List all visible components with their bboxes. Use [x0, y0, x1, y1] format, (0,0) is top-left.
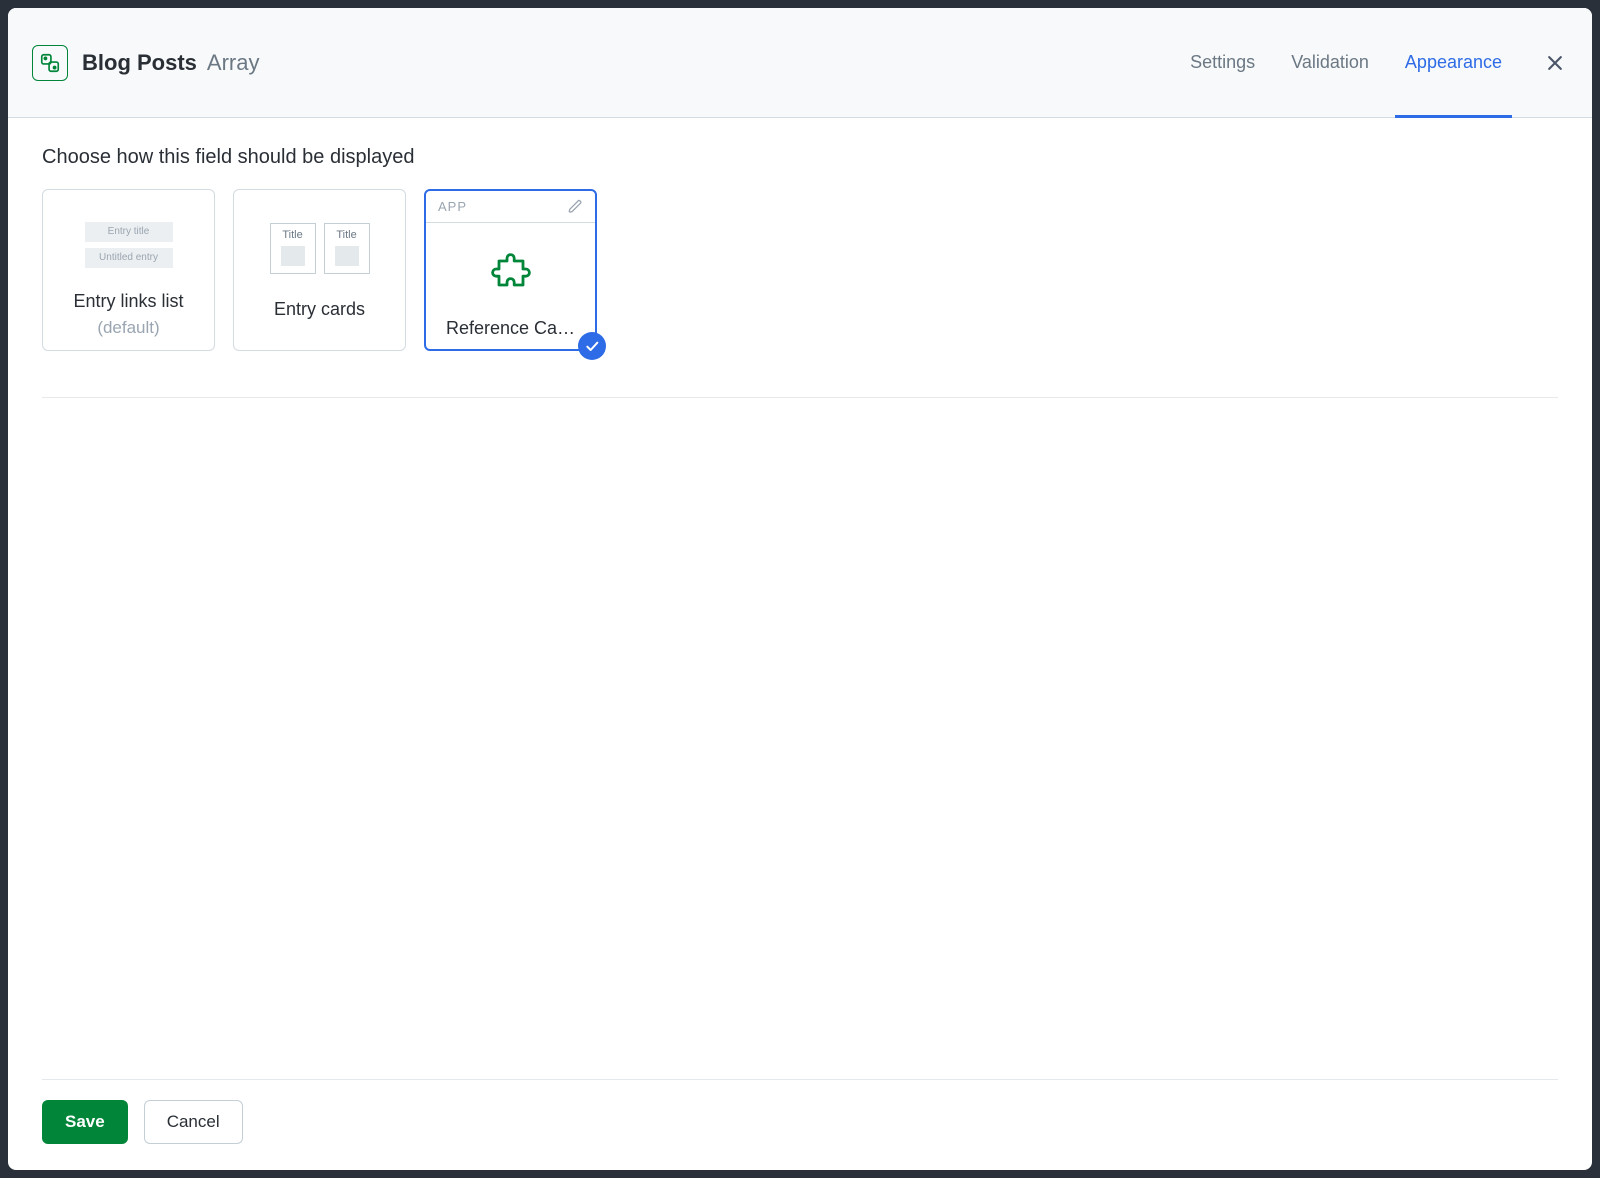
preview-link-pill: Untitled entry — [85, 248, 173, 268]
tab-appearance[interactable]: Appearance — [1405, 28, 1502, 97]
option-label: Reference Ca… — [426, 314, 595, 349]
check-icon — [584, 338, 600, 354]
preview-link-pill: Entry title — [85, 222, 173, 242]
modal-body: Choose how this field should be displaye… — [8, 118, 1592, 1079]
option-label: Entry cards — [234, 295, 405, 350]
cancel-button[interactable]: Cancel — [144, 1100, 243, 1144]
tab-validation[interactable]: Validation — [1291, 28, 1369, 97]
field-title: Blog Posts — [82, 50, 197, 76]
option-reference-card-app[interactable]: APP Reference Ca… — [424, 189, 597, 351]
option-preview: Title Title — [234, 190, 405, 295]
appearance-options: Entry title Untitled entry Entry links l… — [42, 189, 1558, 351]
close-button[interactable] — [1542, 50, 1568, 76]
modal-title-wrap: Blog Posts Array — [82, 50, 259, 76]
section-title: Choose how this field should be displaye… — [42, 146, 1558, 169]
save-button[interactable]: Save — [42, 1100, 128, 1144]
close-icon — [1545, 53, 1565, 73]
tab-settings[interactable]: Settings — [1190, 28, 1255, 97]
modal-footer: Save Cancel — [42, 1079, 1558, 1170]
option-preview: Entry title Untitled entry — [43, 190, 214, 287]
option-entry-cards[interactable]: Title Title Entry cards — [233, 189, 406, 351]
app-badge: APP — [438, 199, 467, 214]
app-card-header: APP — [426, 191, 595, 223]
reference-icon — [32, 45, 68, 81]
preview-card: Title — [324, 223, 370, 274]
field-settings-modal: Blog Posts Array Settings Validation App… — [8, 8, 1592, 1170]
option-label: Entry links list — [43, 287, 214, 322]
field-type: Array — [207, 50, 260, 76]
modal-header: Blog Posts Array Settings Validation App… — [8, 8, 1592, 118]
option-sublabel: (default) — [43, 318, 214, 350]
option-entry-links-list[interactable]: Entry title Untitled entry Entry links l… — [42, 189, 215, 351]
option-preview — [426, 223, 595, 314]
section-divider — [42, 397, 1558, 398]
puzzle-icon — [487, 245, 535, 293]
selected-check-badge — [578, 332, 606, 360]
preview-card: Title — [270, 223, 316, 274]
pencil-icon — [568, 199, 583, 214]
modal-tabs: Settings Validation Appearance — [1190, 28, 1568, 97]
